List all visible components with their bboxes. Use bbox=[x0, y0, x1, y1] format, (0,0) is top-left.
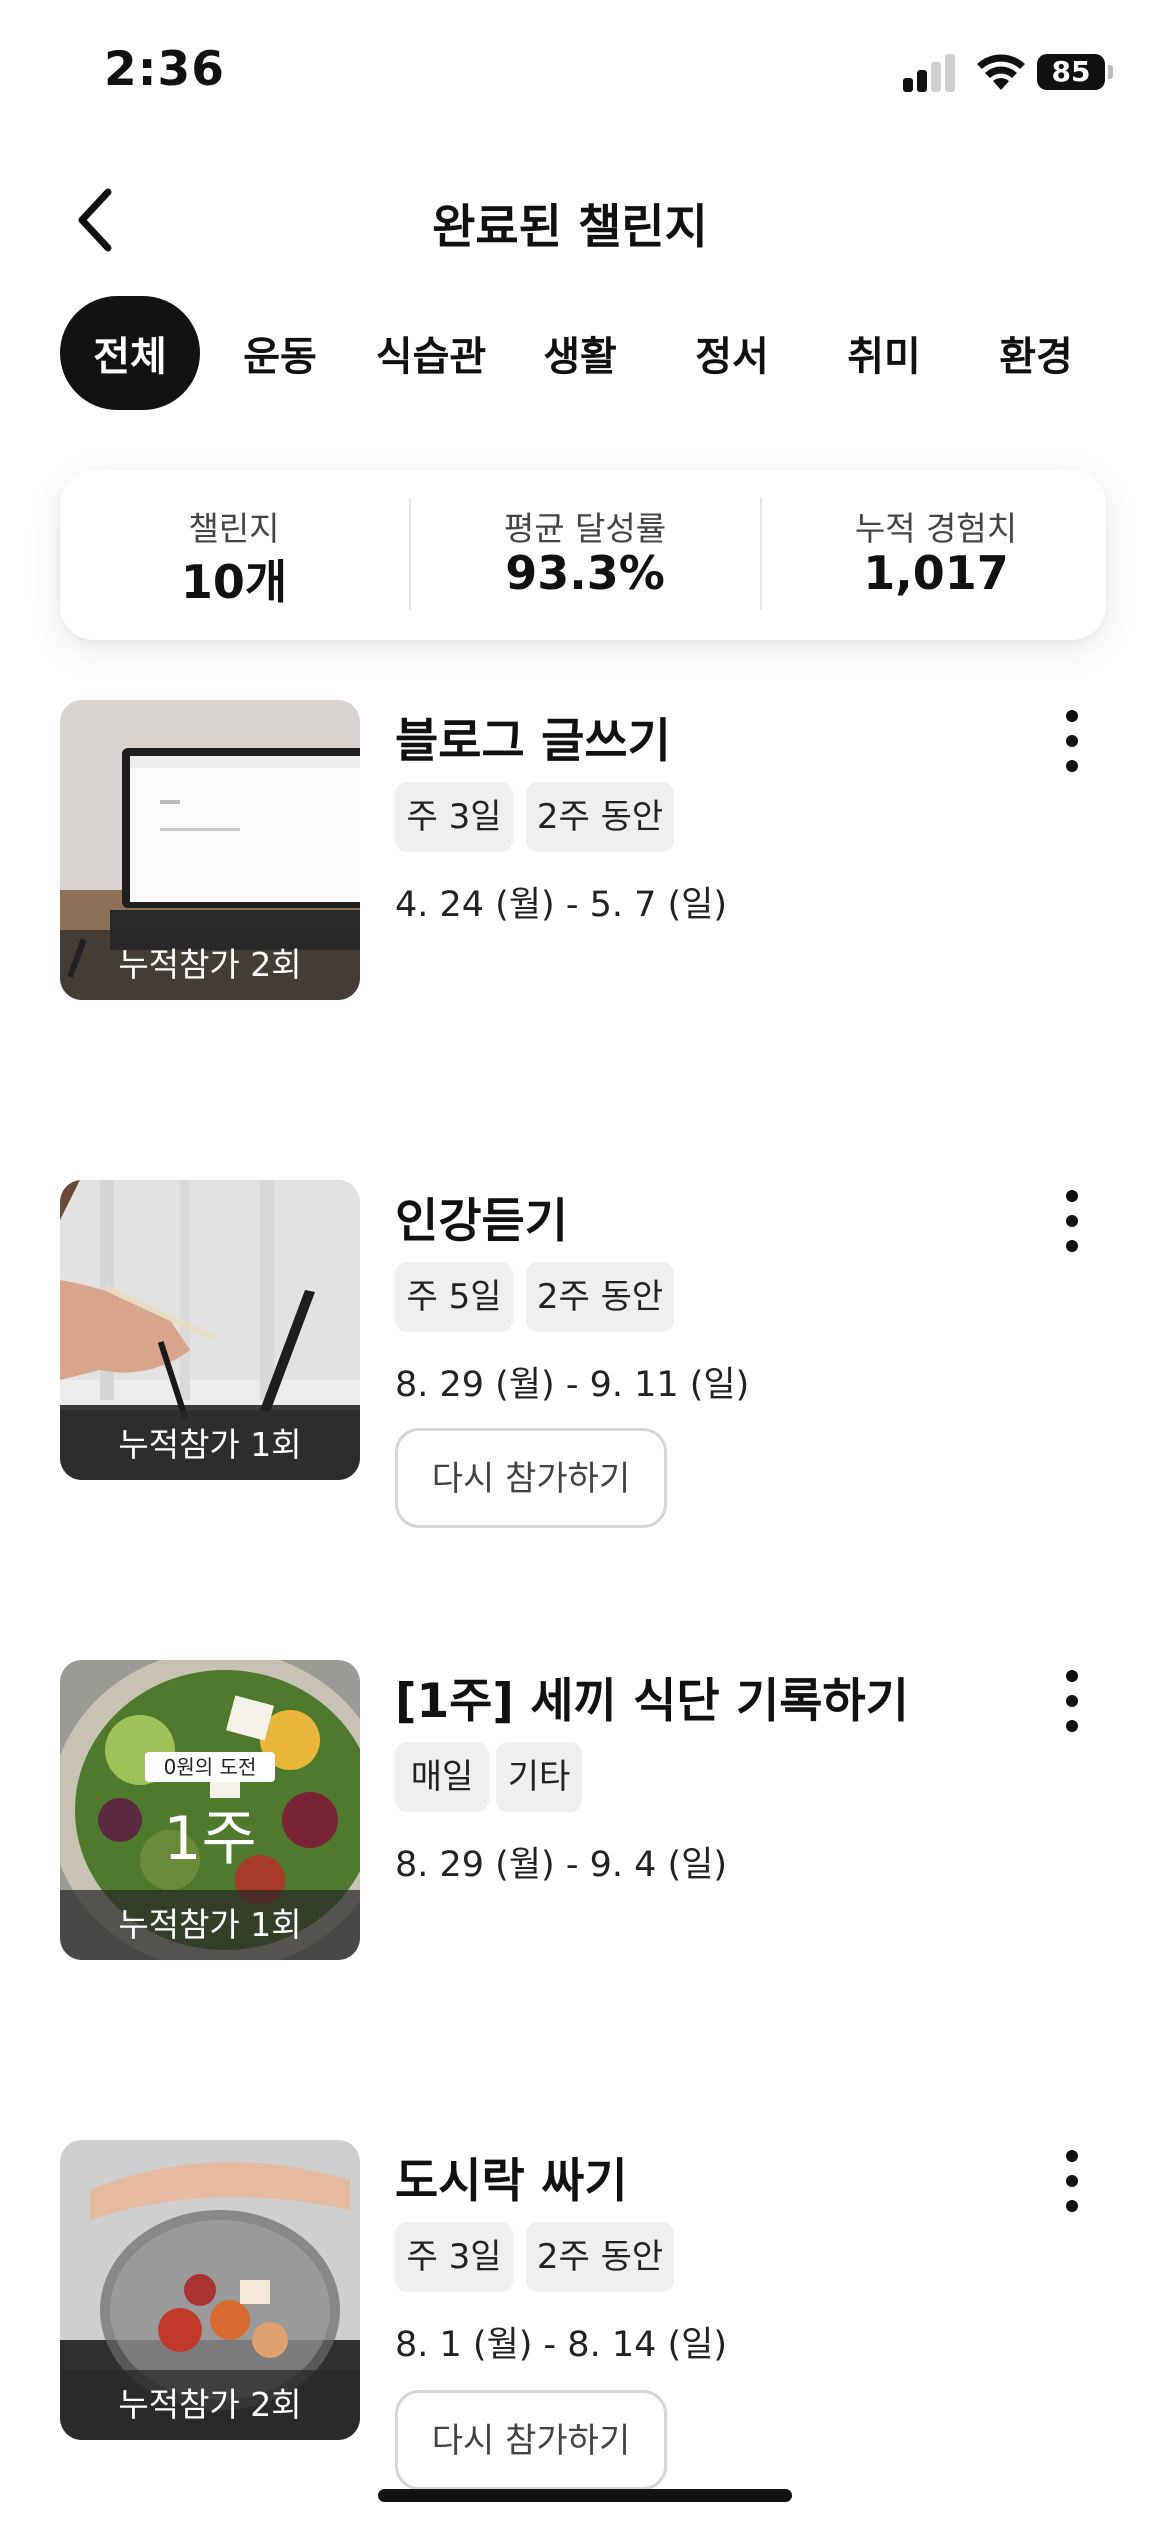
battery-cap bbox=[1108, 65, 1113, 79]
promo-label: 0원의 도전 bbox=[145, 1752, 275, 1782]
challenge-item[interactable]: 0원의 도전 1주 누적참가 1회 [1주] 세끼 식단 기록하기 매일 기타 … bbox=[0, 1660, 1170, 1980]
rejoin-button[interactable]: 다시 참가하기 bbox=[395, 1428, 667, 1528]
challenge-dates: 8. 29 (월) - 9. 11 (일) bbox=[395, 1365, 750, 1405]
tab-all[interactable]: 전체 bbox=[60, 296, 200, 410]
more-options-icon[interactable] bbox=[1050, 706, 1096, 776]
more-options-icon[interactable] bbox=[1050, 1186, 1096, 1256]
tab-emotion[interactable]: 정서 bbox=[672, 296, 792, 410]
home-indicator[interactable] bbox=[378, 2489, 792, 2502]
stat-total-exp: 누적 경험치 1,017 bbox=[762, 470, 1110, 640]
status-time: 2:36 bbox=[104, 42, 225, 97]
stat-value: 93.3% bbox=[505, 546, 665, 600]
stat-challenge-count: 챌린지 10개 bbox=[60, 470, 408, 640]
challenge-title: [1주] 세끼 식단 기록하기 bbox=[395, 1674, 909, 1729]
wifi-icon bbox=[977, 54, 1025, 90]
stat-value: 1,017 bbox=[863, 546, 1009, 600]
summary-card: 챌린지 10개 평균 달성률 93.3% 누적 경험치 1,017 bbox=[60, 470, 1106, 640]
frequency-tag: 주 3일 bbox=[395, 2222, 513, 2292]
duration-tag: 2주 동안 bbox=[526, 782, 674, 852]
stat-value: 10개 bbox=[180, 555, 288, 609]
tab-diet[interactable]: 식습관 bbox=[366, 296, 496, 410]
challenge-thumbnail: 0원의 도전 1주 누적참가 1회 bbox=[60, 1660, 360, 1960]
duration-tag: 2주 동안 bbox=[526, 2222, 674, 2292]
page-title: 완료된 챌린지 bbox=[432, 200, 708, 255]
challenge-thumbnail: 누적참가 1회 bbox=[60, 1180, 360, 1480]
stat-label: 챌린지 bbox=[188, 509, 280, 548]
participation-badge: 누적참가 2회 bbox=[60, 930, 360, 1000]
duration-tag: 2주 동안 bbox=[526, 1262, 674, 1332]
challenge-dates: 8. 29 (월) - 9. 4 (일) bbox=[395, 1845, 727, 1885]
tab-hobby[interactable]: 취미 bbox=[824, 296, 944, 410]
category-tag: 기타 bbox=[496, 1742, 582, 1812]
challenge-dates: 4. 24 (월) - 5. 7 (일) bbox=[395, 885, 727, 925]
battery-icon: 85 bbox=[1037, 54, 1105, 90]
frequency-tag: 주 3일 bbox=[395, 782, 513, 852]
rejoin-button[interactable]: 다시 참가하기 bbox=[395, 2390, 667, 2490]
challenge-item[interactable]: 누적참가 2회 도시락 싸기 주 3일 2주 동안 8. 1 (월) - 8. … bbox=[0, 2140, 1170, 2490]
challenge-thumbnail: 누적참가 2회 bbox=[60, 700, 360, 1000]
challenge-title: 블로그 글쓰기 bbox=[395, 714, 671, 769]
more-options-icon[interactable] bbox=[1050, 2146, 1096, 2216]
participation-badge: 누적참가 1회 bbox=[60, 1890, 360, 1960]
stat-average-rate: 평균 달성률 93.3% bbox=[411, 470, 759, 640]
challenge-title: 도시락 싸기 bbox=[395, 2154, 628, 2209]
tab-exercise[interactable]: 운동 bbox=[220, 296, 340, 410]
challenge-thumbnail: 누적참가 2회 bbox=[60, 2140, 360, 2440]
participation-badge: 누적참가 2회 bbox=[60, 2370, 360, 2440]
tab-environment[interactable]: 환경 bbox=[976, 296, 1096, 410]
more-options-icon[interactable] bbox=[1050, 1666, 1096, 1736]
challenge-item[interactable]: 누적참가 1회 인강듣기 주 5일 2주 동안 8. 29 (월) - 9. 1… bbox=[0, 1180, 1170, 1528]
challenge-title: 인강듣기 bbox=[395, 1194, 568, 1249]
status-bar: 2:36 85 bbox=[0, 0, 1170, 150]
frequency-tag: 매일 bbox=[395, 1742, 489, 1812]
challenge-item[interactable]: 누적참가 2회 블로그 글쓰기 주 3일 2주 동안 4. 24 (월) - 5… bbox=[0, 700, 1170, 1020]
challenge-dates: 8. 1 (월) - 8. 14 (일) bbox=[395, 2325, 727, 2365]
cellular-signal-icon bbox=[903, 52, 955, 92]
promo-week: 1주 bbox=[163, 1804, 257, 1874]
frequency-tag: 주 5일 bbox=[395, 1262, 513, 1332]
tab-life[interactable]: 생활 bbox=[520, 296, 640, 410]
participation-badge: 누적참가 1회 bbox=[60, 1410, 360, 1480]
stat-label: 평균 달성률 bbox=[503, 509, 667, 548]
stat-label: 누적 경험치 bbox=[854, 509, 1018, 548]
